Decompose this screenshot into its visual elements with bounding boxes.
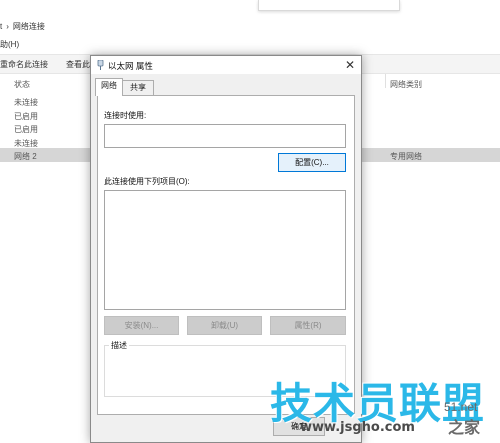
tab-panel-networking: 连接时使用: 配置(C)... 此连接使用下列项目(O): 安装(N)... 卸… xyxy=(97,95,355,415)
connection-items-list[interactable] xyxy=(104,190,346,310)
watermark-home: 之家 xyxy=(448,420,481,437)
items-label: 此连接使用下列项目(O): xyxy=(104,177,190,186)
install-button[interactable]: 安装(N)... xyxy=(104,316,179,335)
network-adapter-icon xyxy=(97,60,104,70)
rename-connection-button[interactable]: 重命名此连接 xyxy=(0,59,48,70)
column-divider xyxy=(385,74,386,88)
chevron-right-icon: › xyxy=(6,21,9,31)
description-group-title: 描述 xyxy=(109,340,129,351)
connect-using-label: 连接时使用: xyxy=(104,111,147,120)
menu-help[interactable]: 助(H) xyxy=(0,39,19,50)
configure-button[interactable]: 配置(C)... xyxy=(278,153,346,172)
dialog-title: 以太网 属性 xyxy=(108,61,153,71)
view-status-button[interactable]: 查看此 xyxy=(66,59,90,70)
table-row-selected-type[interactable]: 专用网络 xyxy=(390,151,422,162)
table-row[interactable]: 未连接 xyxy=(14,138,38,149)
table-row[interactable]: 未连接 xyxy=(14,97,38,108)
close-icon[interactable]: ✕ xyxy=(343,58,357,72)
watermark-url: www.jsgho.com xyxy=(300,420,415,435)
table-row[interactable]: 已启用 xyxy=(14,124,38,135)
tab-sharing[interactable]: 共享 xyxy=(122,80,154,95)
uninstall-button[interactable]: 卸载(U) xyxy=(187,316,262,335)
breadcrumb-network-connections[interactable]: 网络连接 xyxy=(13,21,45,32)
tab-networking[interactable]: 网络 xyxy=(95,78,123,96)
table-row[interactable]: 已启用 xyxy=(14,111,38,122)
watermark-suffix: 51.net xyxy=(444,400,478,414)
search-box[interactable] xyxy=(258,0,400,11)
column-header-type[interactable]: 网络类别 xyxy=(390,79,422,90)
properties-button[interactable]: 属性(R) xyxy=(270,316,346,335)
breadcrumb-prefix: t xyxy=(0,21,3,31)
dialog-titlebar[interactable]: 以太网 属性 ✕ xyxy=(91,56,361,74)
breadcrumb: t › 网络连接 xyxy=(0,18,49,34)
table-row-selected-name[interactable]: 网络 2 xyxy=(14,151,37,162)
adapter-name-field xyxy=(104,124,346,148)
column-header-status[interactable]: 状态 xyxy=(14,79,30,90)
